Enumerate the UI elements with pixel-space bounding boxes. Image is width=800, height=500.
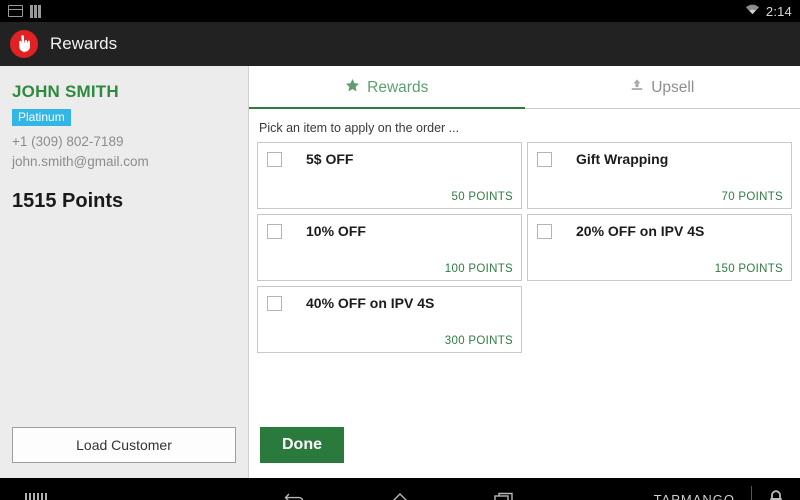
tier-badge: Platinum bbox=[12, 109, 71, 126]
customer-email: john.smith@gmail.com bbox=[12, 154, 236, 169]
points-balance: 1515 Points bbox=[12, 190, 236, 213]
reward-card-header: 5$ OFF bbox=[258, 143, 521, 167]
tab-rewards-label: Rewards bbox=[367, 79, 428, 97]
reward-checkbox[interactable] bbox=[537, 224, 552, 239]
sim-card-icon bbox=[8, 5, 23, 17]
tab-upsell-label: Upsell bbox=[651, 79, 694, 97]
reward-points: 300 POINTS bbox=[445, 335, 513, 347]
android-navigation-bar: TAPMANGO bbox=[0, 478, 800, 500]
instruction-text: Pick an item to apply on the order ... bbox=[249, 109, 800, 142]
done-button[interactable]: Done bbox=[260, 427, 344, 463]
status-bar-clock: 2:14 bbox=[766, 4, 792, 19]
sd-card-icon bbox=[30, 5, 41, 18]
reward-checkbox[interactable] bbox=[537, 152, 552, 167]
load-customer-button[interactable]: Load Customer bbox=[12, 427, 236, 463]
reward-title: Gift Wrapping bbox=[576, 151, 668, 167]
reward-card-header: 20% OFF on IPV 4S bbox=[528, 215, 791, 239]
reward-title: 5$ OFF bbox=[306, 151, 353, 167]
reward-title: 20% OFF on IPV 4S bbox=[576, 223, 704, 239]
customer-sidebar: JOHN SMITH Platinum +1 (309) 802-7189 jo… bbox=[0, 66, 249, 478]
reward-card-header: Gift Wrapping bbox=[528, 143, 791, 167]
status-bar-left-icons bbox=[8, 5, 41, 18]
tab-upsell-underline bbox=[525, 108, 800, 109]
reward-card[interactable]: Gift Wrapping 70 POINTS bbox=[527, 142, 792, 209]
reward-card[interactable]: 40% OFF on IPV 4S 300 POINTS bbox=[257, 286, 522, 353]
reward-card-header: 10% OFF bbox=[258, 215, 521, 239]
android-status-bar: 2:14 bbox=[0, 0, 800, 22]
tapmango-hand-logo-icon[interactable] bbox=[10, 30, 38, 58]
tab-rewards[interactable]: Rewards bbox=[249, 66, 525, 109]
reward-title: 40% OFF on IPV 4S bbox=[306, 295, 434, 311]
reward-card-header: 40% OFF on IPV 4S bbox=[258, 287, 521, 311]
app-action-bar: Rewards bbox=[0, 22, 800, 66]
recents-icon[interactable] bbox=[492, 489, 516, 500]
reward-card[interactable]: 10% OFF 100 POINTS bbox=[257, 214, 522, 281]
reward-points: 100 POINTS bbox=[445, 263, 513, 275]
upload-icon bbox=[630, 78, 644, 97]
customer-name: JOHN SMITH bbox=[12, 82, 236, 102]
reward-card[interactable]: 20% OFF on IPV 4S 150 POINTS bbox=[527, 214, 792, 281]
page-title: Rewards bbox=[50, 34, 117, 54]
rewards-panel: Rewards Upsell Pick an item to apply on … bbox=[249, 66, 800, 478]
reward-checkbox[interactable] bbox=[267, 224, 282, 239]
tab-rewards-underline bbox=[249, 107, 525, 109]
tab-strip: Rewards Upsell bbox=[249, 66, 800, 109]
reward-checkbox[interactable] bbox=[267, 296, 282, 311]
reward-checkbox[interactable] bbox=[267, 152, 282, 167]
wifi-icon bbox=[745, 2, 760, 20]
content-area: JOHN SMITH Platinum +1 (309) 802-7189 jo… bbox=[0, 66, 800, 478]
home-icon[interactable] bbox=[388, 489, 412, 500]
reward-points: 70 POINTS bbox=[722, 191, 784, 203]
tab-upsell[interactable]: Upsell bbox=[525, 66, 800, 109]
back-icon[interactable] bbox=[284, 489, 308, 500]
reward-card[interactable]: 5$ OFF 50 POINTS bbox=[257, 142, 522, 209]
reward-points: 50 POINTS bbox=[452, 191, 514, 203]
customer-phone: +1 (309) 802-7189 bbox=[12, 134, 236, 149]
star-icon bbox=[345, 78, 360, 98]
reward-points: 150 POINTS bbox=[715, 263, 783, 275]
reward-title: 10% OFF bbox=[306, 223, 366, 239]
reward-card-grid: 5$ OFF 50 POINTS Gift Wrapping 70 POINTS… bbox=[249, 142, 800, 358]
status-bar-right-icons: 2:14 bbox=[745, 2, 792, 20]
nav-center-buttons bbox=[0, 489, 800, 500]
